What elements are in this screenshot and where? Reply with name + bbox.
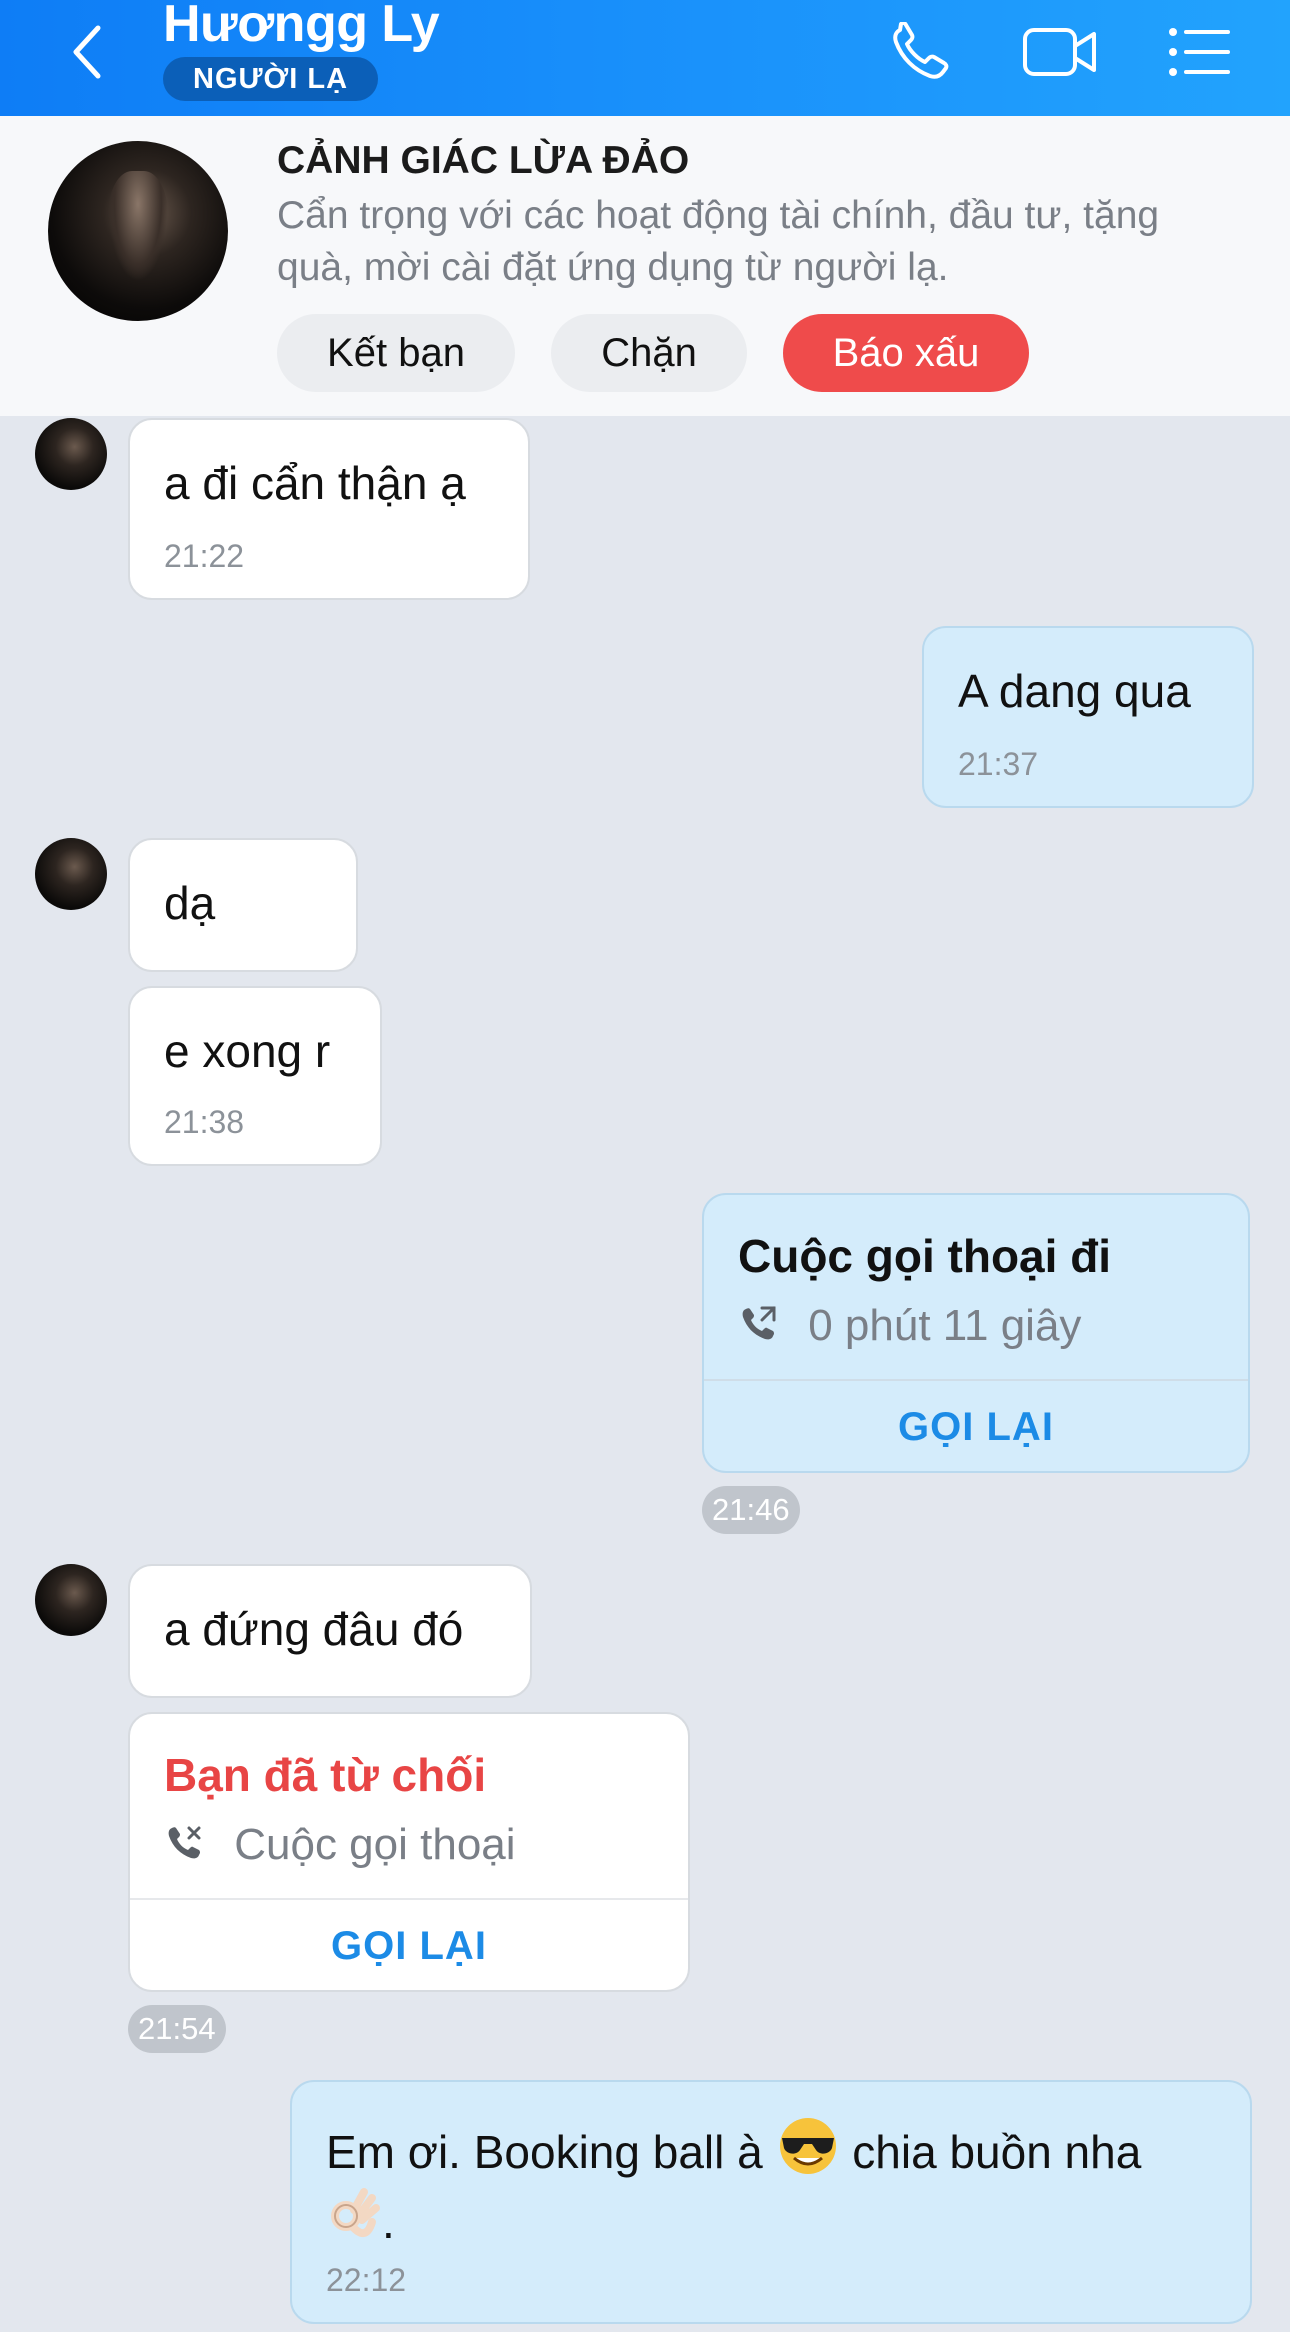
message-text: A dang qua <box>958 665 1191 717</box>
declined-call-icon <box>164 1820 234 1869</box>
call-time-badge: 21:54 <box>128 2005 226 2053</box>
sender-avatar[interactable] <box>35 1564 107 1636</box>
stranger-badge: NGƯỜI LẠ <box>163 57 379 101</box>
received-message[interactable]: a đứng đâu đó <box>128 1564 532 1698</box>
scam-warning-panel: CẢNH GIÁC LỪA ĐẢO Cẩn trọng với các hoạt… <box>0 116 1290 416</box>
call-duration-row: 0 phút 11 giây <box>738 1301 1081 1351</box>
message-text-line-2: . <box>326 2186 395 2257</box>
message-text: a đi cẩn thận ạ <box>164 457 466 509</box>
menu-list-icon[interactable] <box>1168 22 1232 82</box>
received-message[interactable]: a đi cẩn thận ạ 21:22 <box>128 418 530 600</box>
sender-avatar[interactable] <box>35 418 107 490</box>
outgoing-call-card[interactable]: Cuộc gọi thoại đi 0 phút 11 giây GỌI LẠI <box>702 1193 1250 1473</box>
call-duration: 0 phút 11 giây <box>808 1301 1082 1350</box>
message-time: 21:38 <box>164 1104 245 1140</box>
report-button[interactable]: Báo xấu <box>783 314 1029 392</box>
outgoing-call-icon <box>738 1301 808 1350</box>
message-time: 21:37 <box>958 746 1039 782</box>
callback-button[interactable]: GỌI LẠI <box>704 1405 1248 1450</box>
divider <box>704 1379 1248 1381</box>
message-time: 21:22 <box>164 538 245 574</box>
video-call-icon[interactable] <box>1022 22 1098 82</box>
message-time: 22:12 <box>326 2262 407 2298</box>
warning-text: Cẩn trọng với các hoạt động tài chính, đ… <box>277 194 1160 289</box>
received-message[interactable]: dạ <box>128 838 358 972</box>
declined-call-card[interactable]: Bạn đã từ chối Cuộc gọi thoại GỌI LẠI <box>128 1712 690 1992</box>
back-chevron-icon[interactable] <box>64 24 114 80</box>
call-time-badge: 21:46 <box>702 1486 800 1534</box>
chat-header: Hươngg Ly NGƯỜI LẠ <box>0 0 1290 116</box>
message-text: dạ <box>164 877 216 929</box>
message-text: a đứng đâu đó <box>164 1603 464 1655</box>
sender-avatar[interactable] <box>35 838 107 910</box>
message-text: Em ơi. Booking ball à <box>326 2126 763 2178</box>
divider <box>130 1898 688 1900</box>
contact-avatar[interactable] <box>48 141 228 321</box>
block-button[interactable]: Chặn <box>551 314 747 392</box>
contact-name[interactable]: Hươngg Ly <box>163 0 440 54</box>
message-text: . <box>382 2196 395 2248</box>
call-type-row: Cuộc gọi thoại <box>164 1820 516 1870</box>
message-text-line-1: Em ơi. Booking ball à chia buồn nha <box>326 2116 1141 2187</box>
call-title: Bạn đã từ chối <box>164 1749 487 1801</box>
call-title: Cuộc gọi thoại đi <box>738 1230 1112 1282</box>
warning-title: CẢNH GIÁC LỪA ĐẢO <box>277 139 690 182</box>
sent-message[interactable]: Em ơi. Booking ball à chia buồn nha . 22… <box>290 2080 1252 2324</box>
sent-message[interactable]: A dang qua 21:37 <box>922 626 1254 808</box>
message-text: e xong r <box>164 1025 331 1077</box>
call-type: Cuộc gọi thoại <box>234 1820 516 1869</box>
message-text: chia buồn nha <box>852 2126 1142 2178</box>
ok-hand-emoji-icon <box>326 2186 382 2257</box>
received-message[interactable]: e xong r 21:38 <box>128 986 382 1166</box>
callback-button[interactable]: GỌI LẠI <box>130 1924 688 1969</box>
sunglasses-emoji-icon <box>776 2116 840 2187</box>
add-friend-button[interactable]: Kết bạn <box>277 314 515 392</box>
phone-icon[interactable] <box>886 20 958 82</box>
